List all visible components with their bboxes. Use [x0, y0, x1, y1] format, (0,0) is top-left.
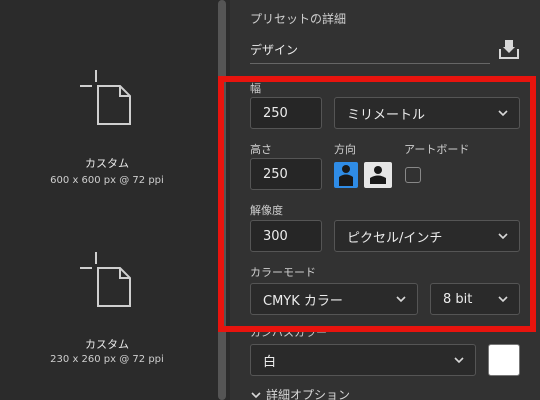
preset-name: カスタム — [85, 338, 129, 351]
new-document-icon — [80, 252, 131, 307]
new-document-icon — [80, 70, 131, 125]
preset-size: 230 x 260 px @ 72 ppi — [50, 354, 164, 365]
background-value: 白 — [263, 354, 277, 370]
background-color-swatch[interactable] — [488, 344, 520, 376]
advanced-options-toggle[interactable]: 詳細オプション — [250, 386, 350, 400]
background-select[interactable]: 白 — [250, 344, 476, 376]
preset-name: カスタム — [85, 157, 129, 170]
chevron-down-icon — [251, 391, 261, 398]
preset-name-input[interactable]: デザイン — [250, 36, 490, 64]
advanced-options-label: 詳細オプション — [266, 388, 351, 400]
highlight-annotation — [218, 76, 536, 332]
section-title: プリセットの詳細 — [250, 12, 347, 26]
preset-size: 600 x 600 px @ 72 ppi — [50, 175, 164, 186]
save-preset-icon[interactable] — [497, 37, 521, 61]
chevron-down-icon — [454, 357, 464, 364]
preset-list-panel: カスタム 600 x 600 px @ 72 ppi カスタム 230 x 26… — [0, 0, 214, 400]
